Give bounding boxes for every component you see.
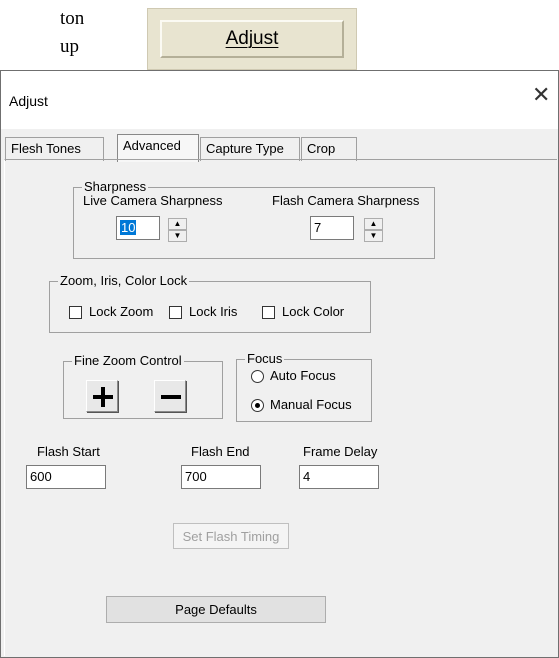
zoom-out-button[interactable] [154, 380, 186, 412]
lock-iris-checkbox[interactable] [169, 306, 182, 319]
focus-group: Focus Auto Focus Manual Focus [236, 351, 372, 422]
page-defaults-button[interactable]: Page Defaults [106, 596, 326, 623]
lock-zoom-checkbox[interactable] [69, 306, 82, 319]
tab-crop[interactable]: Crop [301, 137, 357, 161]
flash-sharpness-spin-up[interactable]: ▲ [364, 218, 383, 230]
set-flash-timing-button[interactable]: Set Flash Timing [173, 523, 289, 549]
flash-sharpness-label: Flash Camera Sharpness [272, 193, 420, 208]
auto-focus-radio[interactable] [251, 370, 264, 383]
tab-label: Flesh Tones [11, 141, 81, 156]
lock-legend: Zoom, Iris, Color Lock [58, 273, 190, 289]
flash-end-field[interactable]: 700 [181, 465, 261, 489]
frame-delay-label: Frame Delay [303, 444, 378, 459]
live-sharpness-value: 10 [120, 220, 137, 235]
tab-label: Capture Type [206, 141, 284, 156]
fine-zoom-group: Fine Zoom Control [63, 353, 223, 419]
title-bar [1, 71, 558, 129]
tab-advanced[interactable]: Advanced [117, 134, 199, 162]
live-sharpness-spin-up[interactable]: ▲ [168, 218, 187, 230]
flash-start-label: Flash Start [37, 444, 100, 459]
flash-sharpness-spin-down[interactable]: ▼ [364, 230, 383, 242]
flash-sharpness-field[interactable]: 7 [310, 216, 354, 240]
lock-zoom-label: Lock Zoom [89, 304, 154, 319]
lock-color-label: Lock Color [282, 304, 345, 319]
dialog-title: Adjust [9, 93, 48, 109]
frame-delay-field[interactable]: 4 [299, 465, 379, 489]
adjust-button-label: Adjust [225, 28, 279, 49]
flash-end-label: Flash End [191, 444, 250, 459]
plus-icon-bar [101, 387, 105, 407]
flash-start-field[interactable]: 600 [26, 465, 106, 489]
manual-focus-label: Manual Focus [270, 397, 352, 412]
tab-label: Advanced [123, 138, 181, 153]
live-sharpness-label: Live Camera Sharpness [83, 193, 223, 208]
minus-icon [161, 395, 181, 399]
auto-focus-label: Auto Focus [270, 368, 336, 383]
zoom-in-button[interactable] [86, 380, 118, 412]
lock-group: Zoom, Iris, Color Lock Lock Zoom Lock Ir… [49, 273, 371, 333]
focus-legend: Focus [245, 351, 285, 367]
live-sharpness-spin-down[interactable]: ▼ [168, 230, 187, 242]
doc-text-line-1: ton [60, 8, 85, 29]
adjust-dialog: Adjust ✕ Flesh Tones Advanced Capture Ty… [0, 70, 559, 658]
close-icon[interactable]: ✕ [532, 84, 550, 106]
tab-label: Crop [307, 141, 336, 156]
fine-zoom-legend: Fine Zoom Control [72, 353, 184, 369]
live-sharpness-field[interactable]: 10 [116, 216, 160, 240]
adjust-button[interactable]: Adjust [147, 8, 357, 70]
sharpness-group: Sharpness Live Camera Sharpness Flash Ca… [73, 179, 435, 259]
lock-iris-label: Lock Iris [189, 304, 238, 319]
tab-flesh-tones[interactable]: Flesh Tones [5, 137, 104, 161]
doc-text-line-2: up [60, 36, 79, 57]
manual-focus-radio[interactable] [251, 399, 264, 412]
tab-capture-type[interactable]: Capture Type [200, 137, 300, 161]
lock-color-checkbox[interactable] [262, 306, 275, 319]
